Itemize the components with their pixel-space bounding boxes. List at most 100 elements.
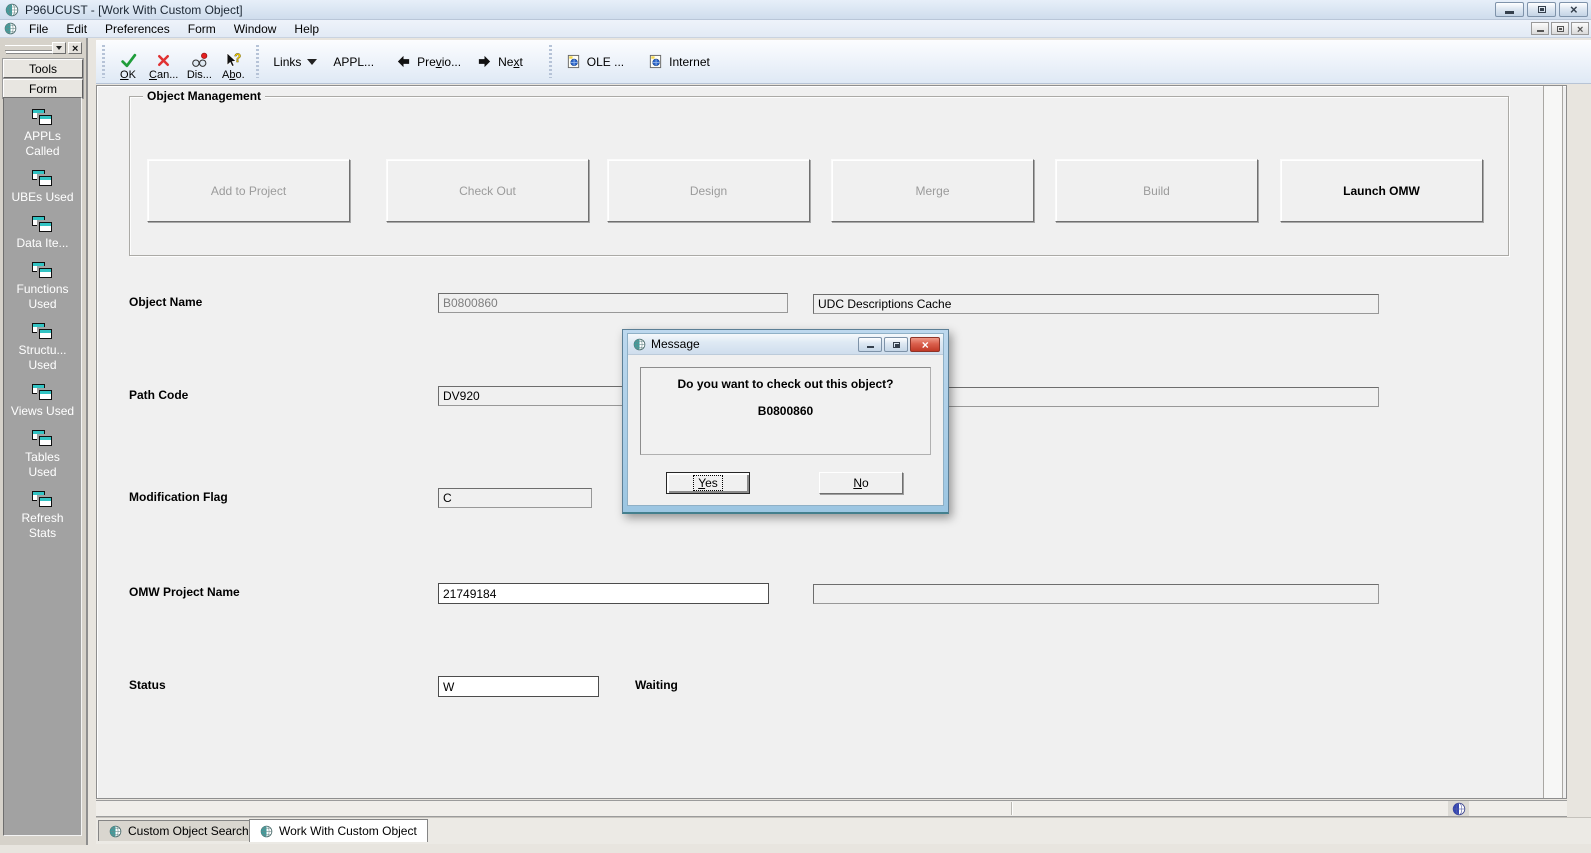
close-button[interactable] [1559, 2, 1588, 17]
sidebar-item-label: Tables Used [25, 450, 60, 479]
dialog-caption-buttons [858, 337, 940, 352]
sidebar-item-functions-used[interactable]: Functions Used [4, 262, 81, 312]
yes-button[interactable]: Yes [666, 472, 750, 494]
sidebar-item-ubes-used[interactable]: UBEs Used [4, 170, 81, 205]
tab-label: Work With Custom Object [279, 824, 417, 838]
app-globe-icon [5, 3, 19, 17]
check-icon [120, 52, 137, 69]
internet-button[interactable]: Internet [640, 40, 718, 83]
dialog-title: Message [651, 337, 700, 351]
cancel-button[interactable]: Can... [145, 42, 182, 82]
design-button: Design [607, 159, 810, 222]
forms-icon [31, 491, 54, 509]
chevron-down-icon [307, 58, 318, 65]
status-bar [96, 800, 1567, 817]
status-label: Status [129, 678, 166, 692]
about-button[interactable]: Abo. [216, 42, 250, 82]
toolbar-gripper[interactable] [102, 45, 105, 78]
sidebar-item-tables-used[interactable]: Tables Used [4, 430, 81, 480]
sidebar-item-label: Data Ite... [16, 236, 69, 250]
modification-flag-field: C [438, 488, 592, 508]
right-scroll-strip [1543, 86, 1563, 798]
menu-form[interactable]: Form [179, 21, 225, 37]
menu-file[interactable]: File [20, 21, 57, 37]
sidebar-tab-tools[interactable]: Tools [3, 59, 83, 78]
internet-doc-icon [648, 54, 663, 69]
display-button[interactable]: Dis... [182, 42, 216, 82]
dialog-object-name: B0800860 [757, 404, 814, 418]
arrow-left-icon [396, 54, 411, 69]
appl-button[interactable]: APPL... [325, 40, 382, 83]
mdi-close-button[interactable] [1571, 22, 1589, 35]
sidebar-gripper[interactable] [5, 45, 57, 51]
previous-button[interactable]: Previo... [388, 40, 469, 83]
sidebar-panel: APPLs Called UBEs Used Data Ite... Funct… [3, 97, 82, 836]
menu-edit[interactable]: Edit [57, 21, 96, 37]
ok-button[interactable]: OK [111, 42, 145, 82]
previous-label: Previo... [417, 54, 462, 69]
window-caption-buttons [1495, 2, 1588, 17]
dialog-globe-icon [633, 338, 646, 351]
toolbar: OK Can... Dis... Abo. Links APPL... Prev… [96, 40, 1591, 84]
yes-label: Yes [693, 475, 723, 491]
sidebar-item-appls-called[interactable]: APPLs Called [4, 109, 81, 159]
sidebar-item-label: Structu... Used [18, 343, 67, 372]
arrow-right-icon [477, 54, 492, 69]
menu-bar: File Edit Preferences Form Window Help [0, 20, 1591, 38]
toolbar-gripper[interactable] [548, 45, 552, 78]
sidebar-dropdown-button[interactable] [52, 42, 66, 54]
dialog-restore-button[interactable] [884, 337, 908, 352]
sidebar-close-button[interactable] [68, 42, 82, 54]
ok-label: OK [120, 68, 136, 81]
mdi-restore-button[interactable] [1551, 22, 1569, 35]
restore-button[interactable] [1527, 2, 1556, 17]
sidebar-item-structures-used[interactable]: Structu... Used [4, 323, 81, 373]
sidebar-item-label: UBEs Used [11, 190, 74, 204]
sidebar-item-views-used[interactable]: Views Used [4, 384, 81, 419]
form-globe-icon [260, 825, 273, 838]
window-title: P96UCUST - [Work With Custom Object] [25, 2, 243, 17]
status-input[interactable] [438, 676, 599, 697]
launch-omw-button[interactable]: Launch OMW [1280, 159, 1483, 222]
no-button[interactable]: No [819, 472, 903, 494]
forms-icon [31, 262, 54, 280]
object-management-groupbox: Object Management Add to Project Check O… [129, 89, 1509, 256]
mdi-minimize-button[interactable] [1531, 22, 1549, 35]
minimize-button[interactable] [1495, 2, 1524, 17]
application-window: P96UCUST - [Work With Custom Object] Fil… [0, 0, 1591, 853]
sidebar-item-label: Refresh Stats [21, 511, 64, 540]
internet-label: Internet [669, 54, 710, 69]
tab-work-with-custom-object[interactable]: Work With Custom Object [249, 819, 428, 842]
sidebar-item-data-items[interactable]: Data Ite... [4, 216, 81, 251]
status-globe-panel [1448, 801, 1469, 816]
next-label: Next [498, 54, 523, 69]
tab-custom-object-search[interactable]: Custom Object Search [98, 820, 260, 841]
menu-help[interactable]: Help [285, 21, 328, 37]
tab-label: Custom Object Search [128, 824, 249, 838]
omw-project-name-label: OMW Project Name [129, 585, 240, 599]
sidebar-item-refresh-stats[interactable]: Refresh Stats [4, 491, 81, 541]
mdi-caption-buttons [1531, 22, 1589, 35]
dialog-minimize-button[interactable] [858, 337, 882, 352]
menu-preferences[interactable]: Preferences [96, 21, 179, 37]
toolbar-gripper[interactable] [256, 45, 260, 78]
next-button[interactable]: Next [469, 40, 531, 83]
sidebar: Tools Form APPLs Called UBEs Used Data I… [0, 38, 88, 845]
links-dropdown[interactable]: Links [265, 40, 325, 83]
menu-window[interactable]: Window [225, 21, 286, 37]
no-label: No [853, 476, 869, 490]
forms-icon [31, 170, 54, 188]
omw-project-name-input[interactable] [438, 583, 769, 604]
display-label: Dis... [186, 68, 212, 81]
help-cursor-icon [225, 52, 242, 69]
dialog-close-button[interactable] [910, 337, 940, 352]
groupbox-title: Object Management [143, 89, 266, 103]
ole-button[interactable]: OLE ... [558, 40, 632, 83]
forms-icon [31, 323, 54, 341]
sidebar-tab-form[interactable]: Form [3, 79, 83, 98]
window-titlebar: P96UCUST - [Work With Custom Object] [0, 0, 1591, 20]
object-name-description-field: UDC Descriptions Cache [813, 294, 1379, 314]
sidebar-header [3, 41, 83, 56]
forms-icon [31, 384, 54, 402]
about-label: Abo. [222, 68, 245, 81]
